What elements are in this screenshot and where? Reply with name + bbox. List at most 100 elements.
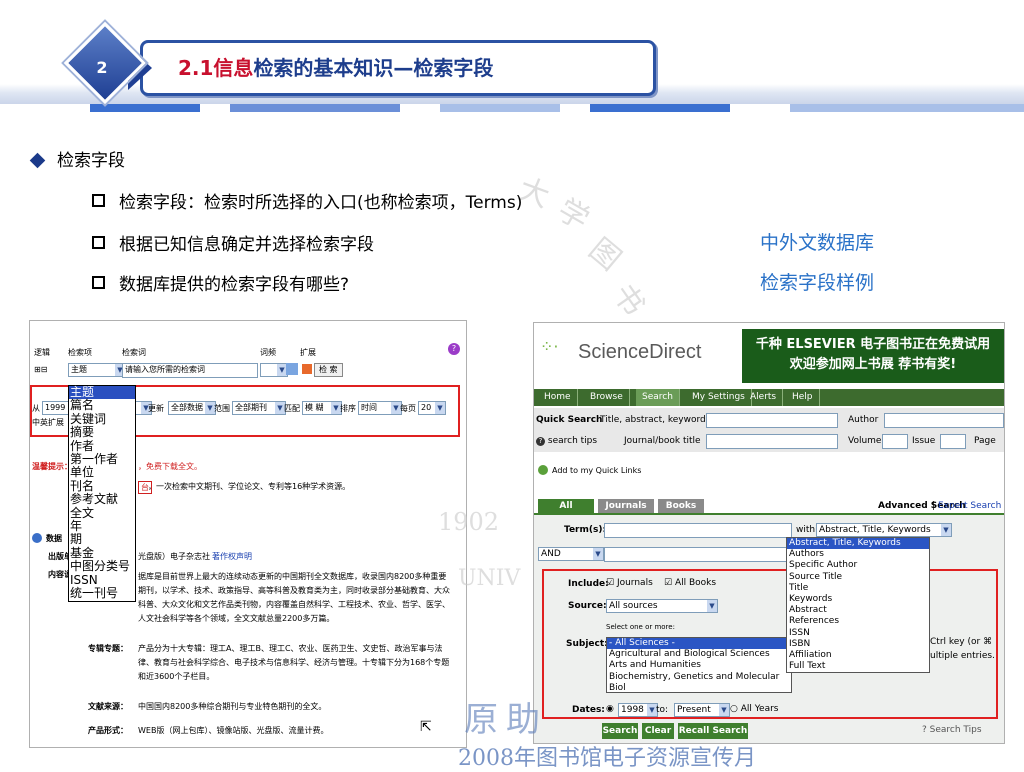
within-option[interactable]: References <box>787 616 929 627</box>
square-bullet-icon <box>92 236 105 249</box>
dropdown-option[interactable]: 统一刊号 <box>69 586 135 600</box>
field-dropdown-list[interactable]: 主题 篇名 关键词 摘要 作者 第一作者 单位 刊名 参考文献 全文 年 期 基… <box>68 385 136 602</box>
terms-input-1[interactable] <box>604 523 792 538</box>
database-link[interactable]: 中外文数据库 <box>760 228 874 255</box>
freq-select[interactable]: ▼ <box>260 363 288 377</box>
source-select-value: All sources <box>609 601 658 611</box>
footer-banner: 2008年图书馆电子资源宣传月 <box>458 746 756 771</box>
nav-home[interactable]: Home <box>538 389 578 406</box>
subject-option[interactable]: Biochemistry, Genetics and Molecular Bio… <box>607 672 791 692</box>
header-stripes <box>0 104 1024 112</box>
search-button[interactable]: Search <box>602 723 638 739</box>
nav-search[interactable]: Search <box>636 389 680 406</box>
promo-banner[interactable]: 千种 ELSEVIER 电子图书正在免费试用 欢迎参加网上书展 荐书有奖! <box>742 329 1004 383</box>
watermark-char: 学 <box>551 192 595 238</box>
terms-input-2[interactable] <box>604 547 792 562</box>
question-icon: ? <box>536 437 545 446</box>
sciencedirect-screenshot: ⁘· ScienceDirect 千种 ELSEVIER 电子图书正在免费试用欢… <box>533 322 1005 744</box>
field-example-link[interactable]: 检索字段样例 <box>760 268 874 295</box>
copyright-link[interactable]: 著作权声明 <box>212 551 252 562</box>
info-icon <box>32 533 42 543</box>
subject-option[interactable]: Agricultural and Biological Sciences <box>607 649 791 660</box>
title-blue-part: 检索的基本知识—检索字段 <box>253 56 494 80</box>
volume-input[interactable] <box>882 434 908 449</box>
search-tips-bottom[interactable]: ? Search Tips <box>922 725 982 735</box>
search-button[interactable]: 检 索 <box>314 363 343 377</box>
nav-settings[interactable]: My Settings <box>686 389 752 406</box>
within-option[interactable]: Title <box>787 583 929 594</box>
logic-toggle[interactable]: ⊞⊟ <box>34 365 47 374</box>
within-select-value: Abstract, Title, Keywords <box>819 525 931 535</box>
dropdown-option[interactable]: 期 <box>69 533 135 547</box>
subject-option[interactable]: Arts and Humanities <box>607 660 791 671</box>
search-tips-link[interactable]: ? search tips <box>536 436 597 446</box>
expert-search-link[interactable]: Expert Search <box>938 501 1001 511</box>
tab-books[interactable]: Books <box>658 499 704 513</box>
separator: | <box>932 501 936 511</box>
within-option[interactable]: Keywords <box>787 594 929 605</box>
books-checkbox[interactable]: ☑ All Books <box>664 578 716 588</box>
tab-journals[interactable]: Journals <box>598 499 654 513</box>
slide-number: 2 <box>96 58 108 77</box>
clear-button[interactable]: Clear <box>642 723 674 739</box>
within-dropdown-list[interactable]: Abstract, Title, Keywords Authors Specif… <box>786 537 930 674</box>
col-expand: 扩展 <box>300 348 316 357</box>
dropdown-option[interactable]: 参考文献 <box>69 492 135 506</box>
date-to-value: Present <box>677 705 711 715</box>
within-option[interactable]: Abstract, Title, Keywords <box>787 538 929 550</box>
within-option[interactable]: Full Text <box>787 661 929 672</box>
sub-bullet: 检索字段：检索时所选择的入口(也称检索项，Terms) <box>92 188 522 213</box>
source-text: 中国国内8200多种综合期刊与专业特色期刊的全文。 <box>138 702 327 711</box>
keywords-input[interactable] <box>706 413 838 428</box>
journals-checkbox[interactable]: ☑ Journals <box>606 578 653 588</box>
watermark-char: UNIV <box>458 566 521 591</box>
help-icon[interactable]: ? <box>448 343 460 355</box>
page-label: Page <box>974 436 996 446</box>
recall-search-button[interactable]: Recall Search <box>678 723 748 739</box>
dropdown-option[interactable]: 全文 <box>69 506 135 520</box>
dropdown-option[interactable]: ISSN <box>69 573 135 587</box>
term-input[interactable]: 请输入您所需的检索词 <box>122 363 258 378</box>
author-input[interactable] <box>884 413 1004 428</box>
operator-value: AND <box>541 549 561 559</box>
desc-line: 科普、大众文化和文艺作品类刊物，内容覆盖自然科学、工程技术、农业、哲学、医学、 <box>138 600 450 609</box>
nav-browse[interactable]: Browse <box>584 389 630 406</box>
col-field: 检索项 <box>68 348 92 357</box>
search-tips-text: search tips <box>547 436 598 446</box>
dropdown-option[interactable]: 篇名 <box>69 398 135 412</box>
watermark-char: 助 <box>506 700 540 740</box>
within-option[interactable]: Abstract <box>787 605 929 616</box>
subject-list[interactable]: - All Sciences - Agricultural and Biolog… <box>606 637 792 693</box>
dropdown-option[interactable]: 单位 <box>69 466 135 480</box>
dropdown-option[interactable]: 摘要 <box>69 425 135 439</box>
main-bullet-text: 检索字段 <box>57 151 125 171</box>
source-label: Source: <box>568 601 607 611</box>
square-bullet-icon <box>92 194 105 207</box>
nav-alerts[interactable]: Alerts <box>744 389 784 406</box>
field-select[interactable]: 主题 ▼ <box>68 363 126 377</box>
issue-input[interactable] <box>940 434 966 449</box>
expand-icon[interactable] <box>286 363 298 375</box>
within-select[interactable]: Abstract, Title, Keywords ▼ <box>816 523 952 537</box>
tab-all-sources[interactable]: All Sources <box>538 499 594 525</box>
all-years-radio[interactable]: ○ All Years <box>730 704 778 714</box>
quick-links-link[interactable]: Add to my Quick Links <box>552 466 641 475</box>
dates-range-radio[interactable]: ◉ <box>606 704 614 714</box>
dropdown-option[interactable]: 作者 <box>69 439 135 453</box>
source-select[interactable]: All sources ▼ <box>606 599 718 613</box>
date-to-select[interactable]: Present ▼ <box>674 703 730 717</box>
journal-title-input[interactable] <box>706 434 838 449</box>
nav-help[interactable]: Help <box>786 389 820 406</box>
within-option[interactable]: Affiliation <box>787 650 929 661</box>
within-option[interactable]: Authors <box>787 549 929 560</box>
within-option[interactable]: ISBN <box>787 639 929 650</box>
operator-select[interactable]: AND ▼ <box>538 547 604 561</box>
within-option[interactable]: ISSN <box>787 628 929 639</box>
date-from-select[interactable]: 1998 ▼ <box>618 703 658 717</box>
subject-option[interactable]: - All Sciences - <box>607 638 791 650</box>
within-option[interactable]: Source Title <box>787 572 929 583</box>
within-option[interactable]: Specific Author <box>787 560 929 571</box>
diamond-bullet-icon <box>29 152 46 169</box>
dropdown-option[interactable]: 年 <box>69 519 135 533</box>
dropdown-option[interactable]: 中图分类号 <box>69 559 135 573</box>
